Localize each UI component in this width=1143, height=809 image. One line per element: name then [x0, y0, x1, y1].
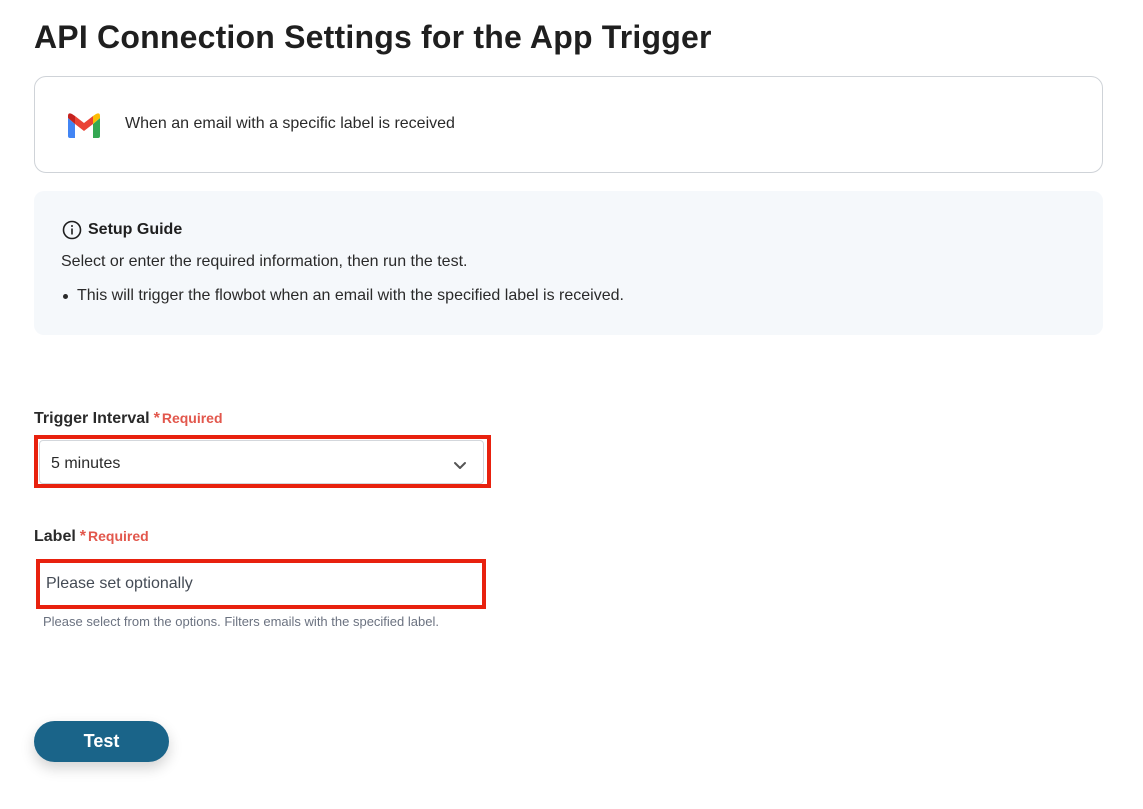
- setup-guide-title: Setup Guide: [88, 221, 183, 238]
- info-icon: [62, 220, 82, 240]
- setup-guide-bullet: This will trigger the flowbot when an em…: [61, 287, 624, 305]
- trigger-interval-label: Trigger Interval * Required: [34, 410, 223, 428]
- trigger-interval-value[interactable]: 5 minutes: [51, 455, 120, 473]
- required-text: Required: [88, 528, 149, 544]
- required-badge: * Required: [80, 528, 149, 546]
- label-field-label: Label * Required: [34, 528, 149, 546]
- trigger-interval-label-text: Trigger Interval: [34, 410, 150, 427]
- trigger-description: When an email with a specific label is r…: [125, 115, 455, 132]
- asterisk-icon: *: [153, 410, 160, 427]
- page-title: API Connection Settings for the App Trig…: [34, 19, 712, 55]
- setup-guide-description: Select or enter the required information…: [61, 253, 468, 270]
- label-field-label-text: Label: [34, 528, 76, 545]
- bullet-dot: [63, 293, 68, 299]
- setup-guide-bullet-text: This will trigger the flowbot when an em…: [77, 287, 624, 304]
- label-input[interactable]: [40, 563, 482, 605]
- test-button[interactable]: Test: [34, 721, 169, 762]
- asterisk-icon: *: [79, 528, 87, 545]
- setup-guide-header: Setup Guide: [62, 220, 182, 240]
- required-badge: * Required: [154, 410, 223, 428]
- required-text: Required: [161, 410, 223, 426]
- chevron-down-icon[interactable]: [451, 456, 469, 474]
- gmail-icon: [68, 113, 100, 138]
- label-help-text: Please select from the options. Filters …: [43, 614, 439, 629]
